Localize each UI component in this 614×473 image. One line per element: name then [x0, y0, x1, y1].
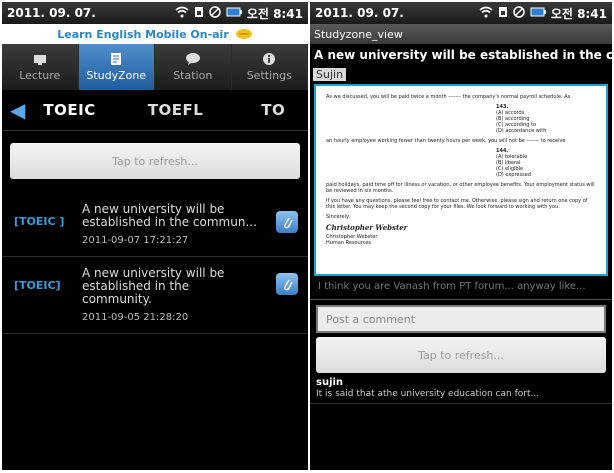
tab-station[interactable]: Station — [155, 44, 232, 90]
battery-icon — [226, 6, 242, 21]
sim-icon — [498, 6, 508, 21]
doc-paragraph: paid holidays, paid time off for illness… — [326, 182, 595, 194]
status-bar: 2011. 09. 07. 오전 8:41 — [310, 2, 612, 24]
screen-title: Studyzone_view — [310, 24, 612, 44]
attachment-clip-icon[interactable] — [276, 211, 298, 233]
tab-station-label: Station — [173, 69, 213, 82]
wifi-icon — [175, 6, 189, 21]
post-attachment-image[interactable]: As we discussed, you will be paid twice … — [314, 84, 608, 276]
doc-paragraph: If you have any questions, please feel f… — [326, 198, 588, 210]
wifi-icon — [479, 6, 493, 21]
post-body-preview: I think you are Vanash from PT forum... … — [318, 281, 586, 292]
status-bar: 2011. 09. 07. 오전 8:41 — [2, 2, 308, 24]
battery-icon — [530, 6, 546, 21]
no-signal-icon — [513, 5, 525, 21]
left-arrow-icon[interactable]: ◀ — [10, 98, 25, 122]
category-next[interactable]: TO — [261, 101, 285, 119]
comment-item[interactable]: sujin It is said that athe university ed… — [310, 373, 612, 404]
post-title: A new university will be established in … — [82, 202, 257, 229]
category-toefl[interactable]: TOEFL — [148, 101, 204, 119]
attachment-clip-icon[interactable] — [276, 273, 298, 295]
document-icon — [110, 52, 122, 66]
status-time: 오전 8:41 — [246, 6, 303, 21]
studyzone-list-screen: 2011. 09. 07. 오전 8:41 Learn English Mobi… — [2, 2, 308, 470]
status-date: 2011. 09. 07. — [7, 6, 96, 20]
doc-paragraph: an hourly employee working fewer than tw… — [326, 138, 566, 144]
refresh-button[interactable]: Tap to refresh... — [10, 143, 300, 179]
no-signal-icon — [209, 5, 221, 21]
info-icon — [262, 52, 276, 66]
main-tabs: Lecture StudyZone Station Settings — [2, 44, 308, 90]
question-144: 144. (A) tolerable (B) liberal (C) eligi… — [496, 148, 531, 178]
comment-text: It is said that athe university educatio… — [316, 389, 540, 399]
studyzone-view-screen: 2011. 09. 07. 오전 8:41 Studyzone_view A n… — [310, 2, 612, 470]
tab-lecture[interactable]: Lecture — [2, 44, 79, 90]
app-title: Learn English Mobile On-air — [57, 27, 229, 41]
tab-studyzone-label: StudyZone — [86, 69, 147, 82]
comment-input[interactable]: Post a comment — [316, 305, 606, 333]
signer-dept: Human Resources — [326, 240, 372, 246]
refresh-button[interactable]: Tap to refresh... — [316, 337, 606, 373]
doc-paragraph: As we discussed, you will be paid twice … — [326, 94, 571, 100]
question-143: 143. (A) accords (B) according (C) accor… — [496, 104, 547, 134]
comment-author: sujin — [316, 377, 344, 388]
category-scroller: ◀ TOEIC TOEFL TO — [2, 90, 308, 130]
tab-lecture-label: Lecture — [19, 69, 61, 82]
app-header: Learn English Mobile On-air — [2, 24, 308, 44]
doc-closing: Sincerely, — [326, 214, 351, 220]
post-title: A new university will be established in … — [82, 266, 225, 306]
list-item[interactable]: [TOEIC] A new university will be establi… — [2, 257, 308, 334]
post-author: Sujin — [313, 68, 347, 81]
status-time: 오전 8:41 — [550, 6, 607, 21]
category-toeic[interactable]: TOEIC — [43, 101, 95, 119]
list-item[interactable]: [TOEIC ] A new university will be establ… — [2, 193, 308, 257]
tab-studyzone[interactable]: StudyZone — [78, 44, 155, 90]
tab-settings[interactable]: Settings — [232, 44, 308, 90]
tab-settings-label: Settings — [246, 69, 292, 82]
signature: Christopher Webster — [326, 223, 408, 232]
post-tag: [TOEIC ] — [14, 215, 65, 228]
status-date: 2011. 09. 07. — [315, 6, 404, 20]
post-title: A new university will be established in … — [314, 48, 612, 62]
post-tag: [TOEIC] — [14, 279, 61, 292]
on-air-logo-icon — [235, 25, 253, 44]
chat-icon — [185, 52, 201, 66]
sim-icon — [194, 6, 204, 21]
post-date: 2011-09-07 17:21:27 — [82, 235, 189, 246]
lecture-icon — [33, 52, 47, 66]
post-date: 2011-09-05 21:28:20 — [82, 312, 189, 323]
